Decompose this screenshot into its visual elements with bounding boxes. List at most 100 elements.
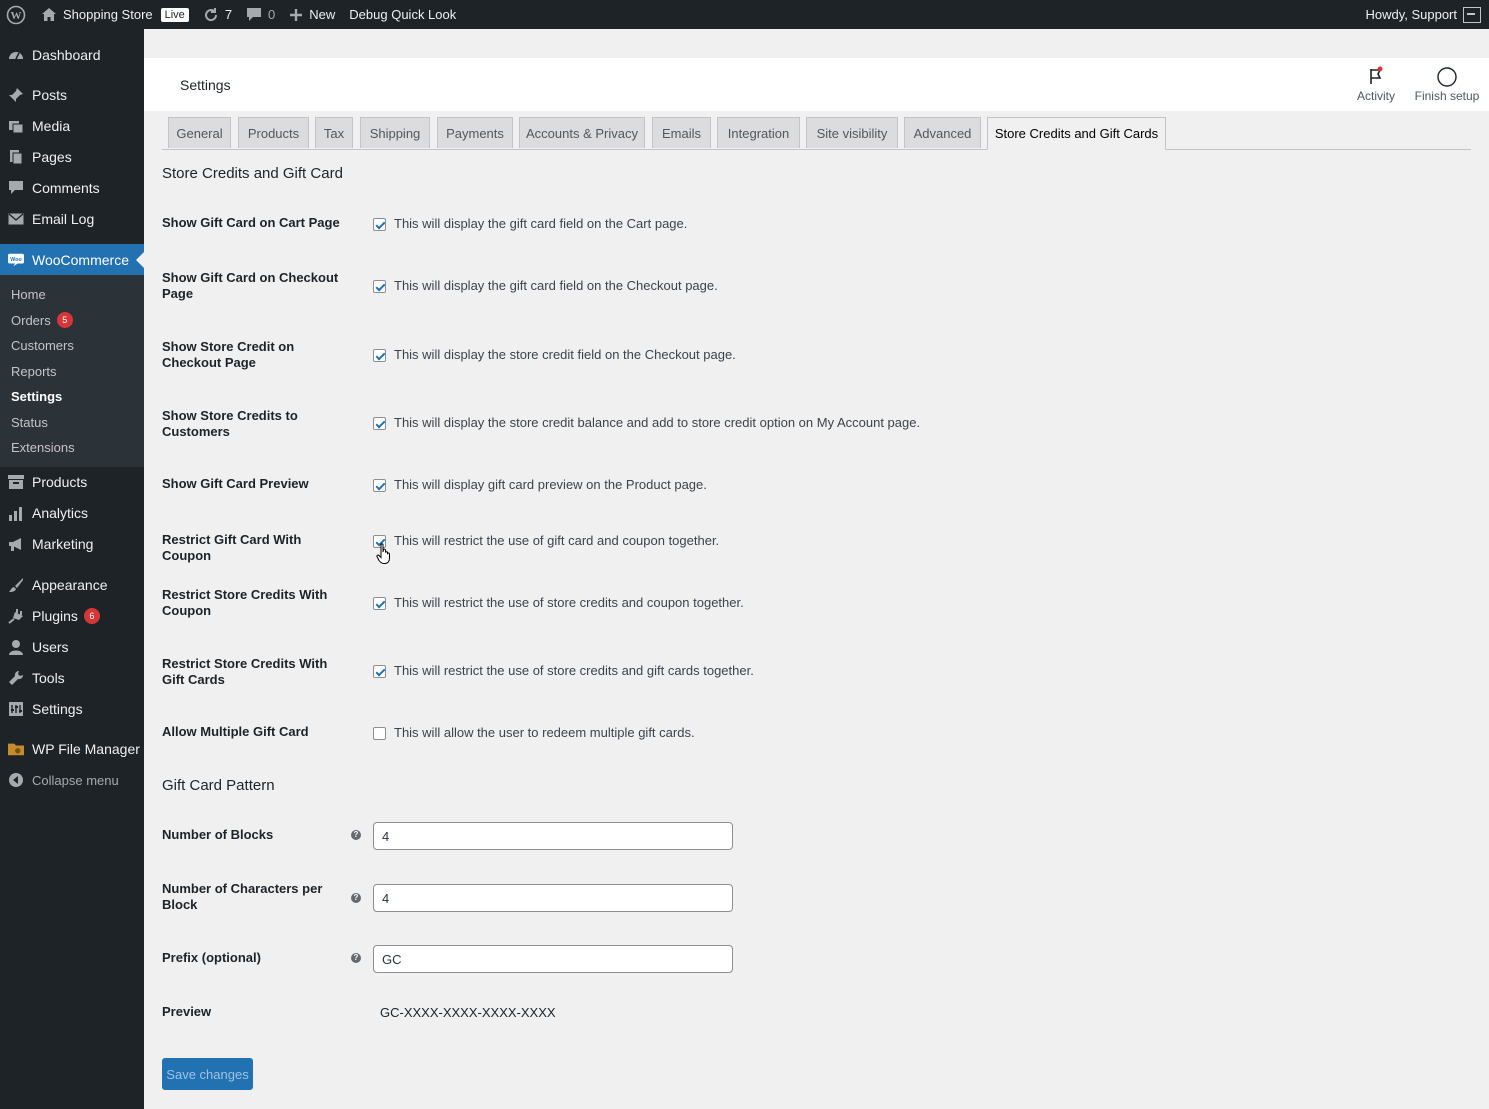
menu-label: Marketing: [32, 536, 94, 552]
preview-label: Preview: [162, 1004, 212, 1019]
live-badge: Live: [160, 7, 189, 22]
menu-item-posts[interactable]: Posts: [0, 79, 144, 110]
comment-bubble-icon: [246, 7, 262, 22]
svg-text:W: W: [11, 10, 22, 22]
pushpin-icon: [8, 87, 24, 103]
menu-item-users[interactable]: Users: [0, 632, 144, 663]
submenu-item-reports[interactable]: Reports: [0, 359, 144, 385]
folder-icon: [8, 741, 24, 757]
menu-label: Plugins: [32, 608, 78, 624]
tab-products[interactable]: Products: [238, 117, 309, 148]
menu-label: Settings: [32, 701, 83, 717]
pages-icon: [8, 149, 24, 165]
activity-button[interactable]: Activity: [1356, 66, 1396, 103]
submenu-item-status[interactable]: Status: [0, 410, 144, 436]
tab-emails[interactable]: Emails: [652, 117, 711, 148]
collapse-menu-button[interactable]: Collapse menu: [0, 765, 144, 796]
setting-description: This will display gift card preview on t…: [394, 477, 707, 492]
my-account-link[interactable]: Howdy, Support: [1365, 0, 1481, 29]
menu-item-appearance[interactable]: Appearance: [0, 570, 144, 601]
setting-label: Restrict Store Credits With Coupon: [162, 587, 328, 618]
menu-item-analytics[interactable]: Analytics: [0, 498, 144, 529]
debug-quick-look-link[interactable]: Debug Quick Look: [342, 0, 463, 29]
menu-item-plugins[interactable]: Plugins 6: [0, 601, 144, 632]
menu-label: Dashboard: [32, 46, 101, 63]
plugins-count-badge: 6: [83, 608, 100, 624]
comment-bubble-icon: [8, 180, 24, 196]
tab-site-visibility[interactable]: Site visibility: [806, 117, 898, 148]
admin-bar: W Shopping Store Live 7 0 New Debug Quic…: [0, 0, 1489, 29]
tab-general[interactable]: General: [168, 117, 231, 148]
menu-item-dashboard[interactable]: Dashboard: [0, 39, 144, 70]
show-gift-card-checkout-checkbox[interactable]: [373, 280, 386, 293]
tab-payments[interactable]: Payments: [437, 117, 513, 148]
prefix-input[interactable]: [373, 945, 733, 973]
submenu-item-home[interactable]: Home: [0, 282, 144, 308]
submenu-item-orders[interactable]: Orders 5: [0, 308, 144, 334]
setting-description: This will allow the user to redeem multi…: [394, 725, 695, 740]
plus-icon: [289, 8, 303, 22]
activity-label: Activity: [1356, 89, 1395, 103]
dashboard-gauge-icon: [8, 47, 24, 63]
menu-item-wp-file-manager[interactable]: WP File Manager: [0, 734, 144, 765]
menu-item-settings[interactable]: Settings: [0, 694, 144, 725]
show-gift-card-cart-checkbox[interactable]: [373, 218, 386, 231]
restrict-store-credits-gift-cards-checkbox[interactable]: [373, 665, 386, 678]
tab-tax[interactable]: Tax: [315, 117, 353, 148]
tab-accounts-privacy[interactable]: Accounts & Privacy: [519, 117, 645, 148]
show-gift-card-preview-checkbox[interactable]: [373, 479, 386, 492]
setting-description: This will display the gift card field on…: [394, 278, 718, 293]
menu-item-email-log[interactable]: Email Log: [0, 203, 144, 234]
menu-item-marketing[interactable]: Marketing: [0, 529, 144, 560]
submenu-item-settings[interactable]: Settings: [0, 384, 144, 410]
help-tip-icon[interactable]: ?: [351, 953, 361, 963]
setting-description: This will restrict the use of gift card …: [394, 533, 720, 548]
setting-label: Restrict Gift Card With Coupon: [162, 532, 302, 563]
submenu-item-extensions[interactable]: Extensions: [0, 435, 144, 461]
submenu-item-customers[interactable]: Customers: [0, 333, 144, 359]
updates-link[interactable]: 7: [196, 0, 239, 29]
menu-item-tools[interactable]: Tools: [0, 663, 144, 694]
menu-item-woocommerce[interactable]: Woo WooCommerce: [0, 244, 144, 275]
setting-description: This will restrict the use of store cred…: [394, 595, 744, 610]
help-tip-icon[interactable]: ?: [351, 893, 361, 903]
tab-advanced[interactable]: Advanced: [904, 117, 981, 148]
section-title-store-credits: Store Credits and Gift Card: [162, 165, 343, 182]
site-name-link[interactable]: Shopping Store Live: [34, 0, 196, 29]
menu-item-products[interactable]: Products: [0, 467, 144, 498]
help-tip-icon[interactable]: ?: [351, 830, 361, 840]
menu-item-comments[interactable]: Comments: [0, 172, 144, 203]
tab-shipping[interactable]: Shipping: [360, 117, 430, 148]
user-icon: [8, 639, 24, 655]
section-title-gift-card-pattern: Gift Card Pattern: [162, 777, 275, 794]
greeting: Howdy, Support: [1365, 7, 1457, 22]
hand-cursor-icon: [376, 543, 390, 564]
site-name: Shopping Store: [63, 7, 153, 22]
updates-icon: [203, 7, 219, 23]
menu-item-pages[interactable]: Pages: [0, 141, 144, 172]
chars-per-block-input[interactable]: [373, 884, 733, 912]
wordpress-logo-button[interactable]: W: [0, 0, 34, 29]
tab-store-credits-gift-cards[interactable]: Store Credits and Gift Cards: [987, 117, 1166, 150]
menu-item-media[interactable]: Media: [0, 110, 144, 141]
new-content-link[interactable]: New: [282, 0, 342, 29]
avatar: [1463, 6, 1481, 23]
flag-icon: [1356, 66, 1396, 86]
number-of-blocks-input[interactable]: [373, 822, 733, 850]
show-store-credit-checkout-checkbox[interactable]: [373, 349, 386, 362]
chars-per-block-label: Number of Characters per Block: [162, 881, 323, 912]
setting-label: Show Gift Card on Cart Page: [162, 215, 340, 230]
finish-setup-button[interactable]: Finish setup: [1414, 66, 1480, 103]
menu-label: Analytics: [32, 505, 89, 521]
restrict-store-credits-coupon-checkbox[interactable]: [373, 597, 386, 610]
comments-link[interactable]: 0: [239, 0, 282, 29]
allow-multiple-gift-card-checkbox[interactable]: [373, 727, 386, 740]
setting-label: Show Store Credits to Customers: [162, 408, 298, 439]
settings-tabs: General Products Tax Shipping Payments A…: [162, 117, 1471, 150]
show-store-credits-customers-checkbox[interactable]: [373, 417, 386, 430]
save-changes-button[interactable]: Save changes: [162, 1058, 253, 1090]
menu-label: Pages: [32, 148, 72, 165]
tab-integration[interactable]: Integration: [717, 117, 800, 148]
bar-chart-icon: [8, 505, 24, 521]
home-icon: [41, 7, 57, 22]
